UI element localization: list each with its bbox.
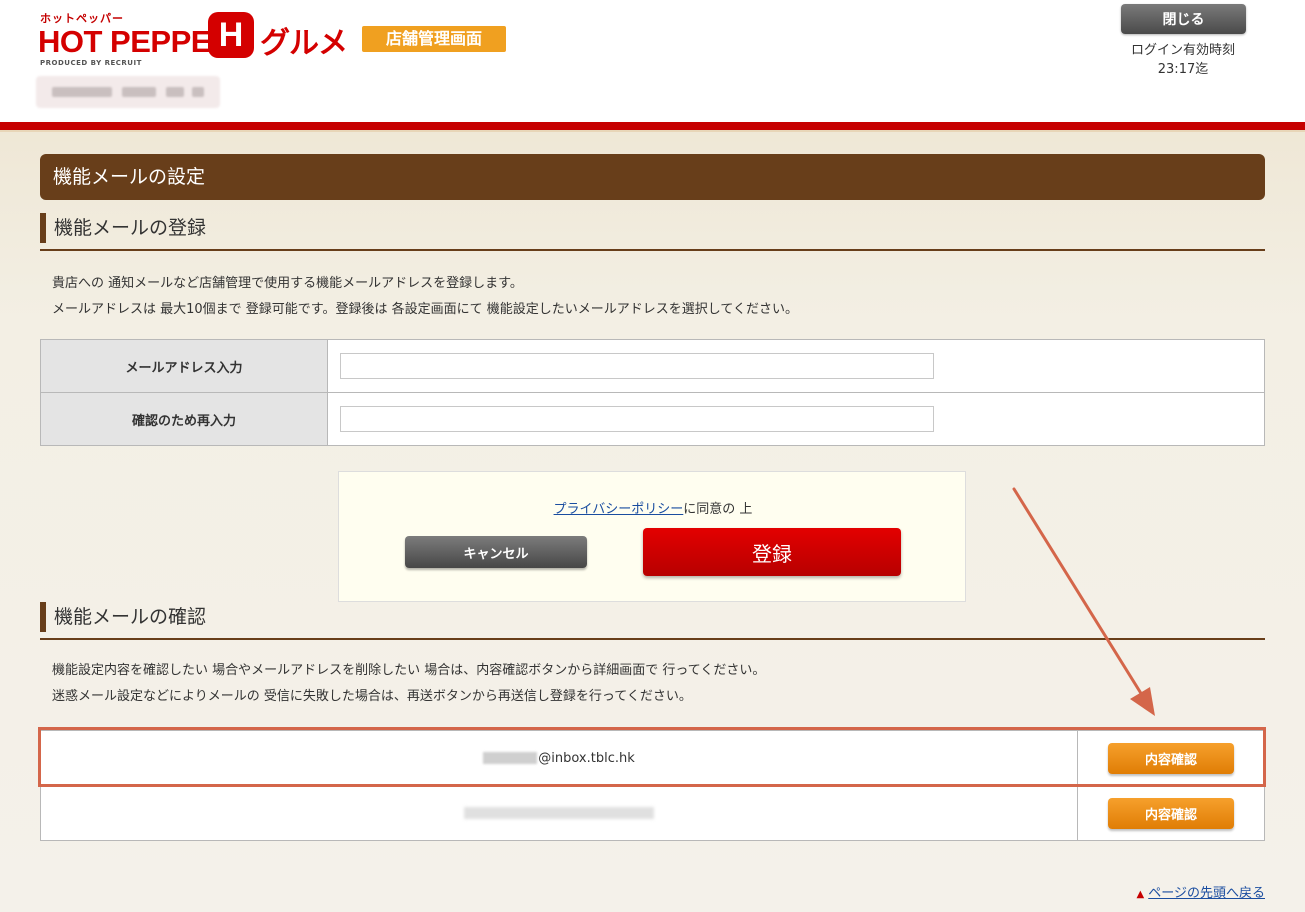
email-input[interactable] [340,353,934,379]
email-field-cell [327,339,1265,393]
redacted-address [464,807,654,819]
register-section-title-text: 機能メールの登録 [54,217,207,239]
confirm-section-title: 機能メールの確認 [40,602,1265,640]
brand-logo-text: HOT PEPPER [38,24,233,59]
section-title-bar [40,602,46,632]
email-form-table: メールアドレス入力 確認のため再入力 [40,339,1265,446]
email-label: メールアドレス入力 [40,339,328,393]
brand-h-icon: H [208,12,254,58]
table-row: @inbox.tblc.hk 内容確認 [40,730,1265,786]
confirm-email-input[interactable] [340,406,934,432]
email-row: メールアドレス入力 [40,339,1265,393]
redacted-mask [483,752,538,764]
mail-action-cell: 内容確認 [1077,730,1265,786]
page-title: 機能メールの設定 [40,154,1265,200]
privacy-consent-suffix: に同意の 上 [683,502,753,517]
triangle-up-icon: ▲ [1136,889,1145,900]
cancel-button[interactable]: キャンセル [405,536,587,568]
confirm-email-field-cell [327,392,1265,446]
register-desc-line2: メールアドレスは 最大10個まで 登録可能です。登録後は 各設定画面にて 機能設… [52,302,798,317]
close-button[interactable]: 閉じる [1121,4,1246,34]
brand-badge: 店舗管理画面 [362,26,506,52]
confirm-desc-line1: 機能設定内容を確認したい 場合やメールアドレスを削除したい 場合は、内容確認ボタ… [52,663,766,678]
confirm-desc-line2: 迷惑メール設定などによりメールの 受信に失敗した場合は、再送ボタンから再送信し登… [52,689,692,704]
register-action-box: プライバシーポリシーに同意の 上 キャンセル 登録 [338,471,966,602]
back-to-top: ▲ ページの先頭へ戻る [1137,882,1265,901]
brand-produced-by: PRODUCED BY RECRUIT [40,59,142,67]
shop-name-redacted [36,76,220,108]
content-confirm-button[interactable]: 内容確認 [1108,797,1234,829]
register-description: 貴店への 通知メールなど店舗管理で使用する機能メールアドレスを登録します。 メー… [52,271,798,323]
table-row: 内容確認 [40,785,1265,841]
confirm-description: 機能設定内容を確認したい 場合やメールアドレスを削除したい 場合は、内容確認ボタ… [52,658,765,710]
back-to-top-link[interactable]: ページの先頭へ戻る [1148,886,1265,901]
login-expiry: ログイン有効時刻 23:17迄 [1100,41,1266,79]
register-section-title: 機能メールの登録 [40,213,1265,251]
registered-mail-table: @inbox.tblc.hk 内容確認 内容確認 [40,730,1265,841]
header-divider [0,130,1305,132]
login-expiry-label: ログイン有効時刻 [1130,43,1235,58]
register-desc-line1: 貴店への 通知メールなど店舗管理で使用する機能メールアドレスを登録します。 [52,276,523,291]
section-title-bar [40,213,46,243]
login-expiry-time: 23:17迄 [1157,62,1209,77]
header: ホットペッパー HOT PEPPER H グルメ 店舗管理画面 PRODUCED… [0,0,1305,122]
content-confirm-button[interactable]: 内容確認 [1108,742,1234,774]
mail-address-cell: @inbox.tblc.hk [40,730,1078,786]
privacy-consent: プライバシーポリシーに同意の 上 [339,498,967,517]
privacy-policy-link[interactable]: プライバシーポリシー [554,502,684,517]
confirm-section-title-text: 機能メールの確認 [54,606,207,628]
header-red-bar [0,122,1305,130]
register-button[interactable]: 登録 [643,528,901,576]
confirm-email-row: 確認のため再入力 [40,392,1265,446]
mail-address: @inbox.tblc.hk [538,750,635,766]
mail-address-cell [40,785,1078,841]
confirm-email-label: 確認のため再入力 [40,392,328,446]
brand-gourmet: グルメ [260,26,348,61]
mail-action-cell: 内容確認 [1077,785,1265,841]
